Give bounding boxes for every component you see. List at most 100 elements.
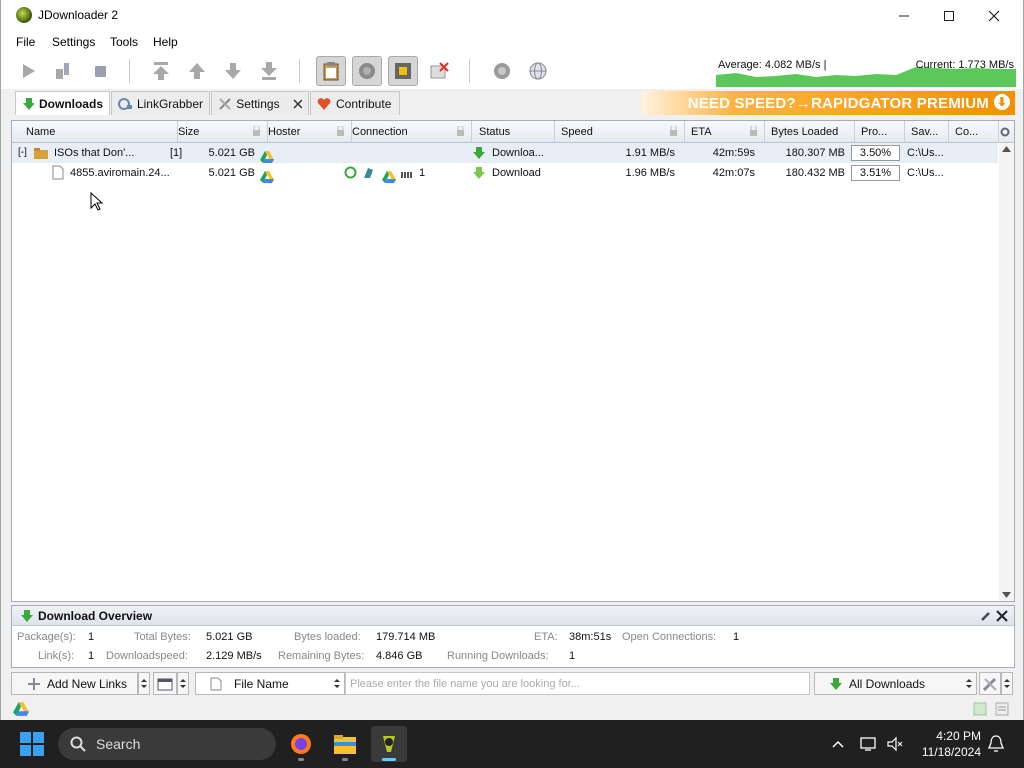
scroll-up-icon[interactable] [999,143,1014,155]
promo-text: NEED SPEED?→RAPIDGATOR PREMIUM [687,94,989,112]
pause-icon [56,63,69,79]
link-size: 5.021 GB [208,167,255,179]
refresh-status-icon[interactable] [973,702,987,716]
package-row[interactable]: [-] ISOs that Don'... [1] 5.021 GB Downl… [12,143,998,164]
calendar-icon [157,678,173,690]
auto-reconnect-toggle[interactable] [352,56,382,86]
active-indicator [382,758,396,761]
spinner-arrows-icon [180,679,186,688]
spinner-arrows-icon [966,679,972,688]
column-hoster[interactable]: Hoster [262,121,352,143]
toolbar-separator [129,59,130,83]
update-button[interactable] [523,56,553,86]
lock-icon [253,126,260,136]
minimize-button[interactable] [881,0,927,31]
clock[interactable]: 4:20 PM 11/18/2024 [915,728,981,760]
quick-settings-button[interactable] [979,672,1001,695]
column-connection[interactable]: Connection [346,121,472,143]
add-links-menu-button[interactable] [138,672,150,695]
expand-toggle[interactable]: [-] [18,143,27,163]
link-row[interactable]: 4855.aviromain.24... 5.021 GB 1 Download… [12,163,998,184]
column-eta-label: ETA [691,126,712,138]
file-search-input[interactable] [345,672,810,695]
reconnect-now-button[interactable] [487,56,517,86]
close-tab-icon[interactable] [293,98,302,109]
calendar-button[interactable] [153,672,177,695]
column-comment[interactable]: Co... [949,121,999,143]
column-progress[interactable]: Pro... [855,121,905,143]
close-window-button[interactable] [971,0,1017,31]
file-icon [52,165,64,181]
menu-file[interactable]: File [16,35,35,49]
file-icon [210,677,222,690]
tools-icon [982,677,997,691]
move-to-top-button[interactable] [146,56,176,86]
wrench-icon[interactable] [980,610,992,622]
column-eta[interactable]: ETA [685,121,765,143]
chunks-icon [401,168,414,178]
taskbar-firefox[interactable] [283,726,319,762]
vertical-scrollbar[interactable] [999,143,1014,601]
view-filter-label: All Downloads [849,676,926,691]
menu-help[interactable]: Help [153,35,178,49]
linkgrabber-icon [118,97,132,110]
jdownloader-icon [383,736,395,752]
silent-mode-button[interactable] [424,56,454,86]
column-speed[interactable]: Speed [555,121,685,143]
move-to-bottom-button[interactable] [254,56,284,86]
close-icon[interactable] [996,610,1008,622]
premium-toggle[interactable] [388,56,418,86]
package-size: 5.021 GB [208,147,255,159]
column-save-to[interactable]: Sav... [905,121,949,143]
search-field-select[interactable]: File Name [195,672,345,695]
move-up-button[interactable] [182,56,212,86]
packages-value: 1 [88,631,95,643]
link-save-path: C:\Us... [907,167,944,179]
link-eta: 42m:07s [712,167,755,179]
column-settings-icon[interactable] [1000,126,1010,140]
maximize-button[interactable] [926,0,972,31]
taskbar-jdownloader[interactable] [371,726,407,762]
menu-tools[interactable]: Tools [110,35,138,49]
tab-linkgrabber[interactable]: LinkGrabber [111,91,210,115]
log-status-icon[interactable] [995,702,1009,716]
calendar-menu-button[interactable] [177,672,189,695]
tab-settings[interactable]: Settings [211,91,309,115]
view-filter-select[interactable]: All Downloads [814,672,977,695]
tab-contribute[interactable]: Contribute [310,91,400,115]
volume-muted-icon[interactable] [886,736,904,752]
chevron-up-icon[interactable] [832,740,844,748]
link-name: 4855.aviromain.24... [70,167,170,179]
download-overview-panel: Download Overview Package(s): 1 Total By… [11,605,1015,668]
network-icon[interactable] [860,736,878,752]
column-status[interactable]: Status [473,121,555,143]
arrow-up-icon [189,63,205,79]
taskbar-search[interactable]: Search [58,728,276,760]
quick-settings-menu-button[interactable] [1001,672,1013,695]
stop-downloads-button[interactable] [85,56,115,86]
move-bottom-icon [261,62,277,80]
menu-settings[interactable]: Settings [52,35,95,49]
clipboard-observer-toggle[interactable] [316,56,346,86]
google-drive-icon [13,702,29,716]
move-down-button[interactable] [218,56,248,86]
play-icon [23,64,35,78]
package-save-path: C:\Us... [907,147,944,159]
pause-downloads-button[interactable] [47,56,77,86]
add-new-links-button[interactable]: Add New Links [11,672,138,695]
column-size[interactable]: Size [172,121,268,143]
column-bytes-loaded[interactable]: Bytes Loaded [765,121,855,143]
scroll-down-icon[interactable] [999,589,1014,601]
start-downloads-button[interactable] [13,56,43,86]
start-button[interactable] [20,732,44,756]
rapidgator-promo-banner[interactable]: NEED SPEED?→RAPIDGATOR PREMIUM ⬇ [641,91,1015,115]
overview-header: Download Overview [12,606,1014,626]
open-connections-value: 1 [733,631,740,643]
notification-bell-icon[interactable] [988,735,1004,753]
running-downloads-label: Running Downloads: [447,650,549,662]
mouse-cursor-icon [90,192,104,211]
tab-downloads[interactable]: Downloads [15,91,110,115]
links-label: Link(s): [38,650,75,662]
column-name[interactable]: Name [20,121,178,143]
taskbar-file-explorer[interactable] [327,726,363,762]
